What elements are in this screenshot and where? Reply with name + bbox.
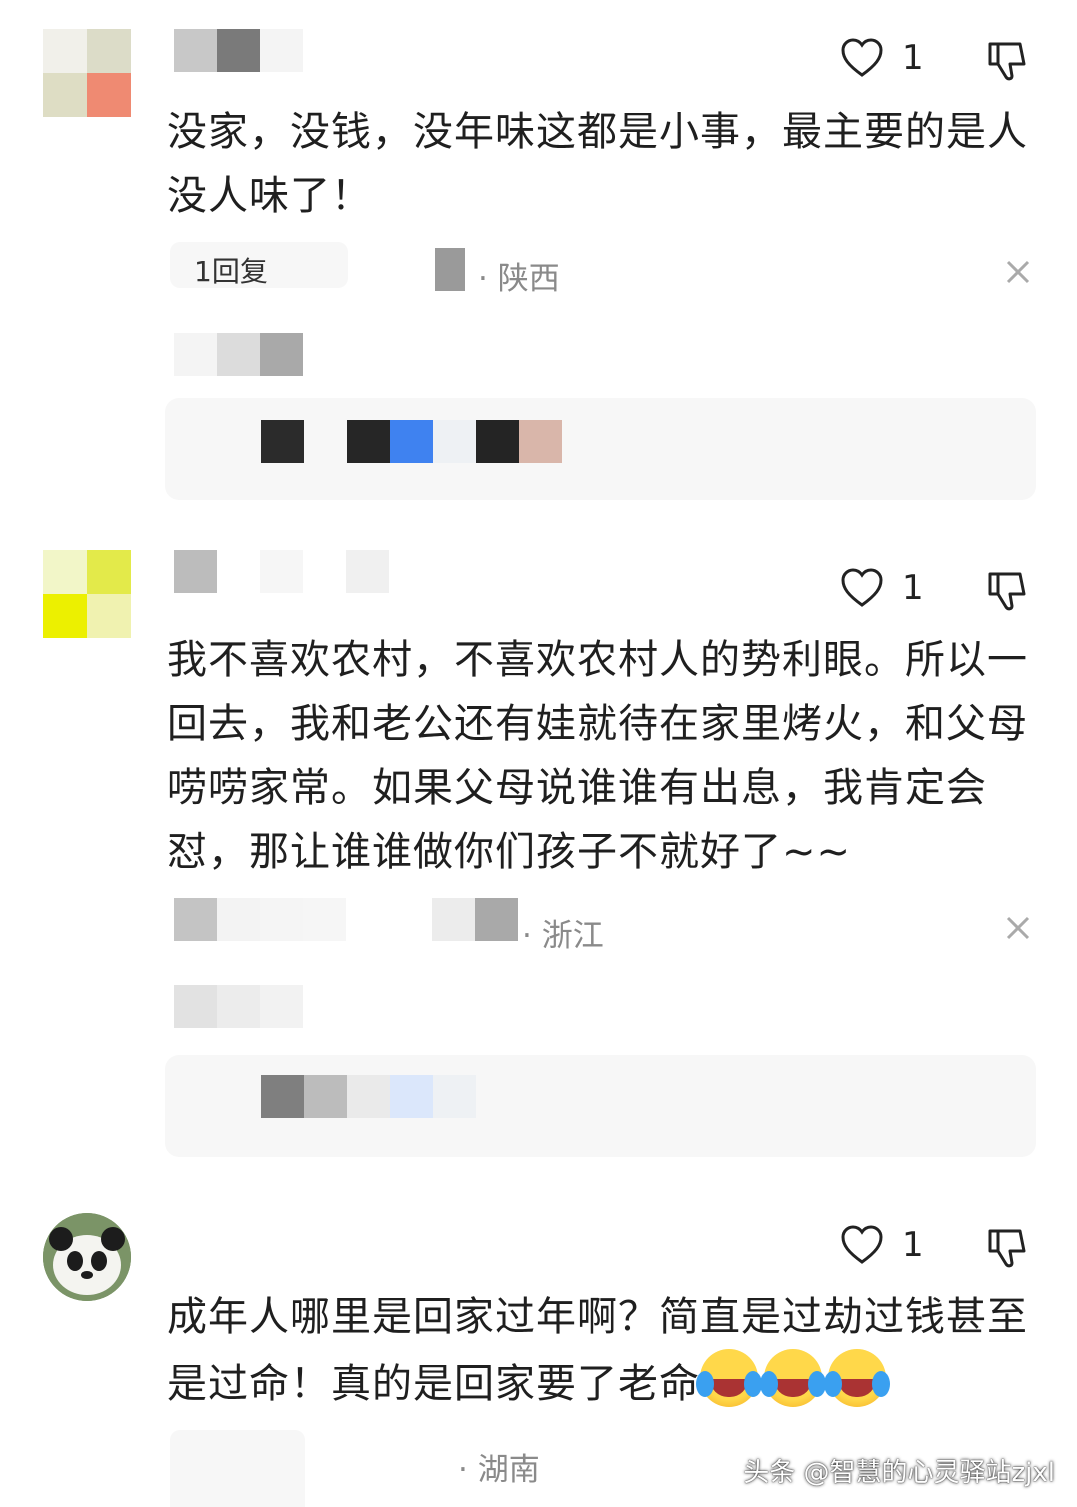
commenter-avatar[interactable] — [43, 29, 131, 117]
reply-count-pill[interactable]: 1回复 — [170, 242, 348, 288]
location-label: · 陕西 — [478, 261, 560, 297]
dislike-icon[interactable] — [986, 570, 1028, 612]
like-count: 1 — [902, 1225, 924, 1265]
username-blurred[interactable] — [174, 29, 303, 72]
username-blurred[interactable] — [174, 550, 389, 593]
dislike-icon[interactable] — [986, 1227, 1028, 1269]
heart-icon — [841, 1225, 883, 1264]
like-count: 1 — [902, 38, 924, 78]
like-button[interactable]: 1 — [840, 1225, 924, 1265]
meta-blurred — [435, 248, 465, 291]
meta-blurred — [174, 898, 518, 941]
reply-preview-blurred — [261, 420, 562, 463]
watermark: 头条 @智慧的心灵驿站zjxl — [743, 1458, 1055, 1488]
close-icon[interactable] — [1004, 914, 1032, 942]
panda-icon — [43, 1213, 131, 1301]
comment-text: 成年人哪里是回家过年啊？简直是过劫过钱甚至是过命！真的是回家要了老命 — [167, 1285, 1047, 1416]
reply-preview-blurred — [261, 1075, 476, 1118]
location-label: · 浙江 — [522, 918, 604, 954]
reply-count: 1回复 — [194, 255, 268, 288]
laughing-crying-emoji-icon — [696, 1349, 758, 1407]
heart-icon — [841, 568, 883, 607]
comment-text: 没家，没钱，没年味这都是小事，最主要的是人没人味了！ — [167, 109, 1028, 219]
meta-blurred — [170, 1430, 305, 1507]
close-icon[interactable] — [1004, 258, 1032, 286]
reply-username-blurred[interactable] — [174, 333, 303, 376]
panda-avatar[interactable] — [43, 1213, 131, 1301]
like-button[interactable]: 1 — [840, 568, 924, 608]
reply-preview-box[interactable] — [165, 1055, 1036, 1157]
heart-icon — [841, 38, 883, 77]
like-count: 1 — [902, 568, 924, 608]
comment-text: 我不喜欢农村，不喜欢农村人的势利眼。所以一回去，我和老公还有娃就待在家里烤火，和… — [167, 637, 1028, 875]
laughing-crying-emoji-icon — [824, 1349, 886, 1407]
laughing-crying-emoji-icon — [760, 1349, 822, 1407]
commenter-avatar[interactable] — [43, 550, 131, 638]
like-button[interactable]: 1 — [840, 38, 924, 78]
reply-preview-box[interactable] — [165, 398, 1036, 500]
reply-username-blurred[interactable] — [174, 985, 303, 1028]
dislike-icon[interactable] — [986, 40, 1028, 82]
comment-text-body: 成年人哪里是回家过年啊？简直是过劫过钱甚至是过命！真的是回家要了老命 — [167, 1294, 1028, 1407]
location-label: · 湖南 — [458, 1452, 540, 1488]
